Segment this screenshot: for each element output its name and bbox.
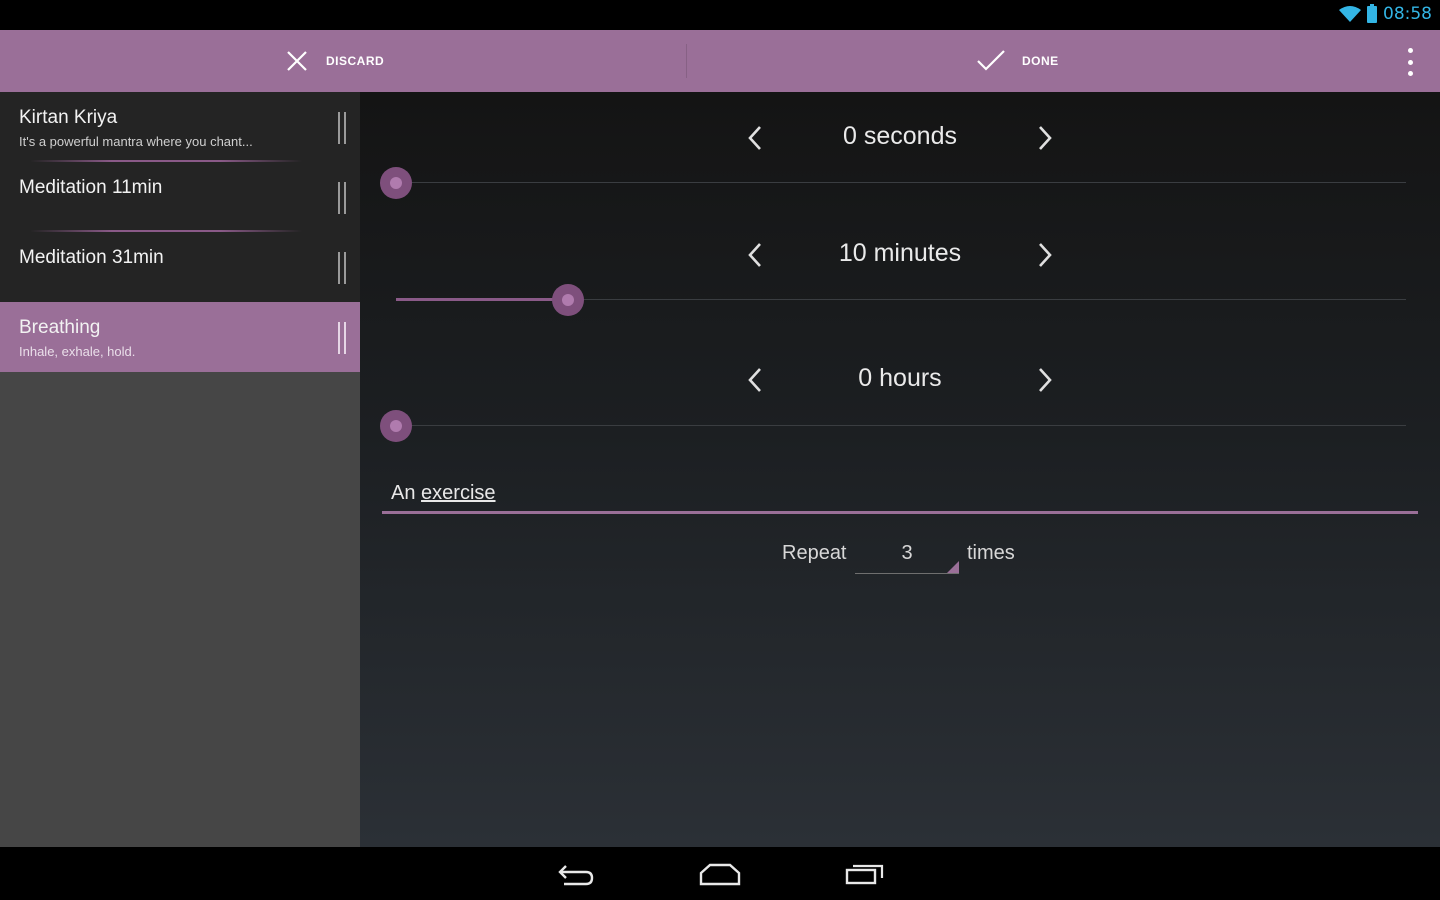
slider-track bbox=[396, 425, 1406, 426]
list-item[interactable]: Meditation 11min bbox=[0, 162, 360, 232]
chevron-left-icon bbox=[748, 243, 761, 267]
input-corner-marker bbox=[947, 561, 959, 573]
back-icon bbox=[558, 865, 594, 886]
action-bar-divider bbox=[686, 44, 687, 78]
exercise-list: Kirtan Kriya It's a powerful mantra wher… bbox=[0, 92, 360, 847]
slider-track bbox=[396, 182, 1406, 183]
navigation-bar bbox=[0, 847, 1440, 900]
exercise-editor: 0 seconds 10 minutes 0 hours An exercise… bbox=[360, 92, 1440, 847]
times-label: times bbox=[967, 542, 1015, 564]
list-item-selected[interactable]: Breathing Inhale, exhale, hold. bbox=[0, 302, 360, 372]
hours-stepper: 0 hours bbox=[740, 360, 1060, 400]
decrement-minutes-button[interactable] bbox=[740, 239, 770, 271]
slider-thumb[interactable] bbox=[380, 167, 412, 199]
home-button[interactable] bbox=[695, 857, 745, 891]
drag-handle-icon[interactable] bbox=[338, 112, 346, 144]
minutes-slider[interactable] bbox=[380, 280, 1406, 320]
done-button[interactable]: DONE bbox=[976, 30, 1059, 92]
checkmark-icon bbox=[977, 50, 1005, 71]
recent-apps-icon bbox=[845, 864, 884, 885]
item-title: Meditation 31min bbox=[19, 247, 164, 268]
increment-seconds-button[interactable] bbox=[1030, 122, 1060, 154]
increment-hours-button[interactable] bbox=[1030, 364, 1060, 396]
chevron-left-icon bbox=[748, 368, 761, 392]
name-prefix: An bbox=[391, 482, 416, 504]
slider-fill bbox=[396, 298, 568, 301]
repeat-count-value: 3 bbox=[901, 542, 913, 564]
item-subtitle: Inhale, exhale, hold. bbox=[19, 344, 136, 359]
decrement-hours-button[interactable] bbox=[740, 364, 770, 396]
close-icon bbox=[287, 51, 307, 71]
item-title: Meditation 11min bbox=[19, 177, 163, 198]
list-item[interactable]: Meditation 31min bbox=[0, 232, 360, 302]
chevron-right-icon bbox=[1039, 126, 1052, 150]
battery-icon bbox=[1367, 3, 1377, 23]
status-icons: 08:58 bbox=[1339, 3, 1432, 24]
item-title: Kirtan Kriya bbox=[19, 107, 118, 128]
chevron-right-icon bbox=[1039, 368, 1052, 392]
discard-label: DISCARD bbox=[326, 54, 385, 68]
list-item[interactable]: Kirtan Kriya It's a powerful mantra wher… bbox=[0, 92, 360, 162]
minutes-value: 10 minutes bbox=[838, 239, 962, 267]
recent-apps-button[interactable] bbox=[840, 857, 890, 891]
decrement-seconds-button[interactable] bbox=[740, 122, 770, 154]
action-bar: DISCARD DONE bbox=[0, 30, 1440, 92]
discard-button[interactable]: DISCARD bbox=[284, 30, 384, 92]
seconds-value: 0 seconds bbox=[843, 122, 957, 150]
input-underline bbox=[382, 511, 1418, 514]
done-label: DONE bbox=[1022, 54, 1059, 68]
seconds-slider[interactable] bbox=[380, 163, 1406, 203]
wifi-icon bbox=[1339, 6, 1361, 22]
clock: 08:58 bbox=[1383, 4, 1432, 24]
hours-slider[interactable] bbox=[380, 406, 1406, 446]
drag-handle-icon[interactable] bbox=[338, 182, 346, 214]
input-underline bbox=[855, 573, 959, 574]
back-button[interactable] bbox=[551, 857, 601, 891]
increment-minutes-button[interactable] bbox=[1030, 239, 1060, 271]
item-title: Breathing bbox=[19, 317, 101, 338]
hours-value: 0 hours bbox=[858, 364, 942, 392]
seconds-stepper: 0 seconds bbox=[740, 118, 1060, 158]
repeat-label: Repeat bbox=[782, 542, 847, 564]
status-bar: 08:58 bbox=[0, 0, 1440, 30]
exercise-name-input[interactable]: An exercise bbox=[382, 474, 1418, 514]
chevron-left-icon bbox=[748, 126, 761, 150]
drag-handle-icon[interactable] bbox=[338, 322, 346, 354]
slider-thumb[interactable] bbox=[551, 284, 584, 316]
slider-thumb[interactable] bbox=[380, 410, 412, 442]
exercise-name-text: An exercise bbox=[391, 482, 496, 505]
repeat-count-input[interactable]: 3 bbox=[855, 538, 959, 574]
minutes-stepper: 10 minutes bbox=[740, 235, 1060, 275]
drag-handle-icon[interactable] bbox=[338, 252, 346, 284]
home-icon bbox=[699, 863, 741, 886]
more-vertical-icon[interactable] bbox=[1402, 48, 1418, 76]
chevron-right-icon bbox=[1039, 243, 1052, 267]
name-word-underlined: exercise bbox=[421, 482, 496, 504]
item-subtitle: It's a powerful mantra where you chant..… bbox=[19, 134, 253, 149]
repeat-row: Repeat 3 times bbox=[780, 538, 1080, 578]
